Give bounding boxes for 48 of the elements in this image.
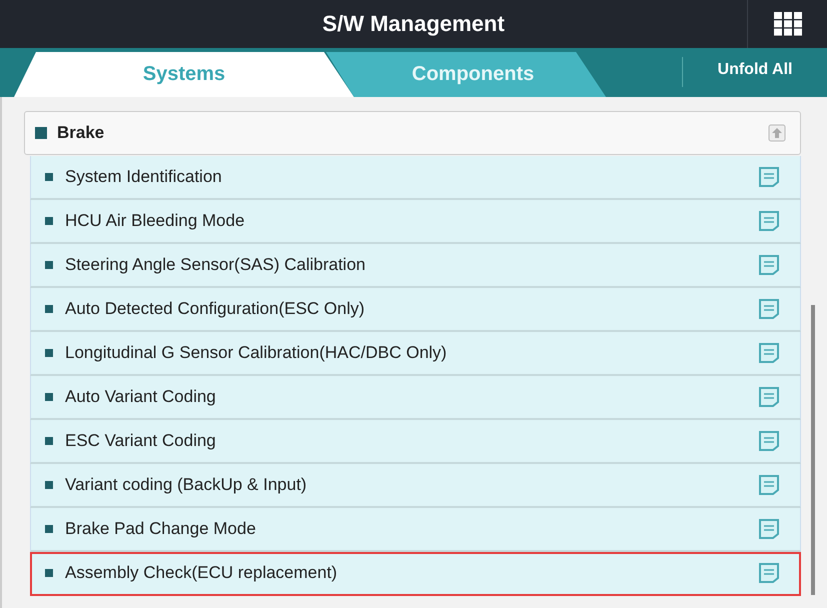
- list-item[interactable]: Assembly Check(ECU replacement): [30, 552, 801, 596]
- bullet-icon: [45, 393, 53, 401]
- note-icon[interactable]: [758, 430, 780, 452]
- bullet-icon: [45, 349, 53, 357]
- list-item[interactable]: Brake Pad Change Mode: [30, 508, 801, 552]
- item-label: Auto Variant Coding: [65, 387, 217, 407]
- item-label: Brake Pad Change Mode: [65, 519, 257, 539]
- bullet-icon: [45, 481, 53, 489]
- grid-menu-icon: [774, 12, 802, 36]
- list-item[interactable]: System Identification: [30, 156, 801, 200]
- item-label: Auto Detected Configuration(ESC Only): [65, 299, 366, 319]
- item-label: Longitudinal G Sensor Calibration(HAC/DBC Only): [65, 343, 448, 363]
- bullet-icon: [45, 217, 53, 225]
- scrollbar[interactable]: [811, 305, 815, 595]
- screen-title: S/W Management: [322, 11, 505, 37]
- collapse-icon[interactable]: [768, 124, 786, 142]
- unfold-all-button[interactable]: Unfold All: [683, 48, 827, 97]
- item-label: Steering Angle Sensor(SAS) Calibration: [65, 255, 366, 275]
- list-item[interactable]: Auto Detected Configuration(ESC Only): [30, 288, 801, 332]
- item-label: HCU Air Bleeding Mode: [65, 211, 246, 231]
- list-item[interactable]: ESC Variant Coding: [30, 420, 801, 464]
- bullet-icon: [35, 127, 47, 139]
- bullet-icon: [45, 261, 53, 269]
- group-title: Brake: [57, 123, 106, 143]
- note-icon[interactable]: [758, 518, 780, 540]
- list-item[interactable]: Steering Angle Sensor(SAS) Calibration: [30, 244, 801, 288]
- list-item[interactable]: HCU Air Bleeding Mode: [30, 200, 801, 244]
- list-item[interactable]: Longitudinal G Sensor Calibration(HAC/DBC Only): [30, 332, 801, 376]
- bullet-icon: [45, 173, 53, 181]
- item-label: Variant coding (BackUp & Input): [65, 475, 308, 495]
- list-item[interactable]: Auto Variant Coding: [30, 376, 801, 420]
- note-icon[interactable]: [758, 562, 780, 584]
- note-icon[interactable]: [758, 210, 780, 232]
- list-item[interactable]: Variant coding (BackUp & Input): [30, 464, 801, 508]
- note-icon[interactable]: [758, 342, 780, 364]
- note-icon[interactable]: [758, 386, 780, 408]
- bullet-icon: [45, 305, 53, 313]
- note-icon[interactable]: [758, 474, 780, 496]
- bullet-icon: [45, 525, 53, 533]
- note-icon[interactable]: [758, 298, 780, 320]
- note-icon[interactable]: [758, 254, 780, 276]
- item-label: System Identification: [65, 167, 223, 187]
- bullet-icon: [45, 569, 53, 577]
- item-label: ESC Variant Coding: [65, 431, 217, 451]
- note-icon[interactable]: [758, 166, 780, 188]
- bullet-icon: [45, 437, 53, 445]
- group-header[interactable]: Brake: [24, 111, 801, 155]
- item-label: Assembly Check(ECU replacement): [65, 563, 338, 583]
